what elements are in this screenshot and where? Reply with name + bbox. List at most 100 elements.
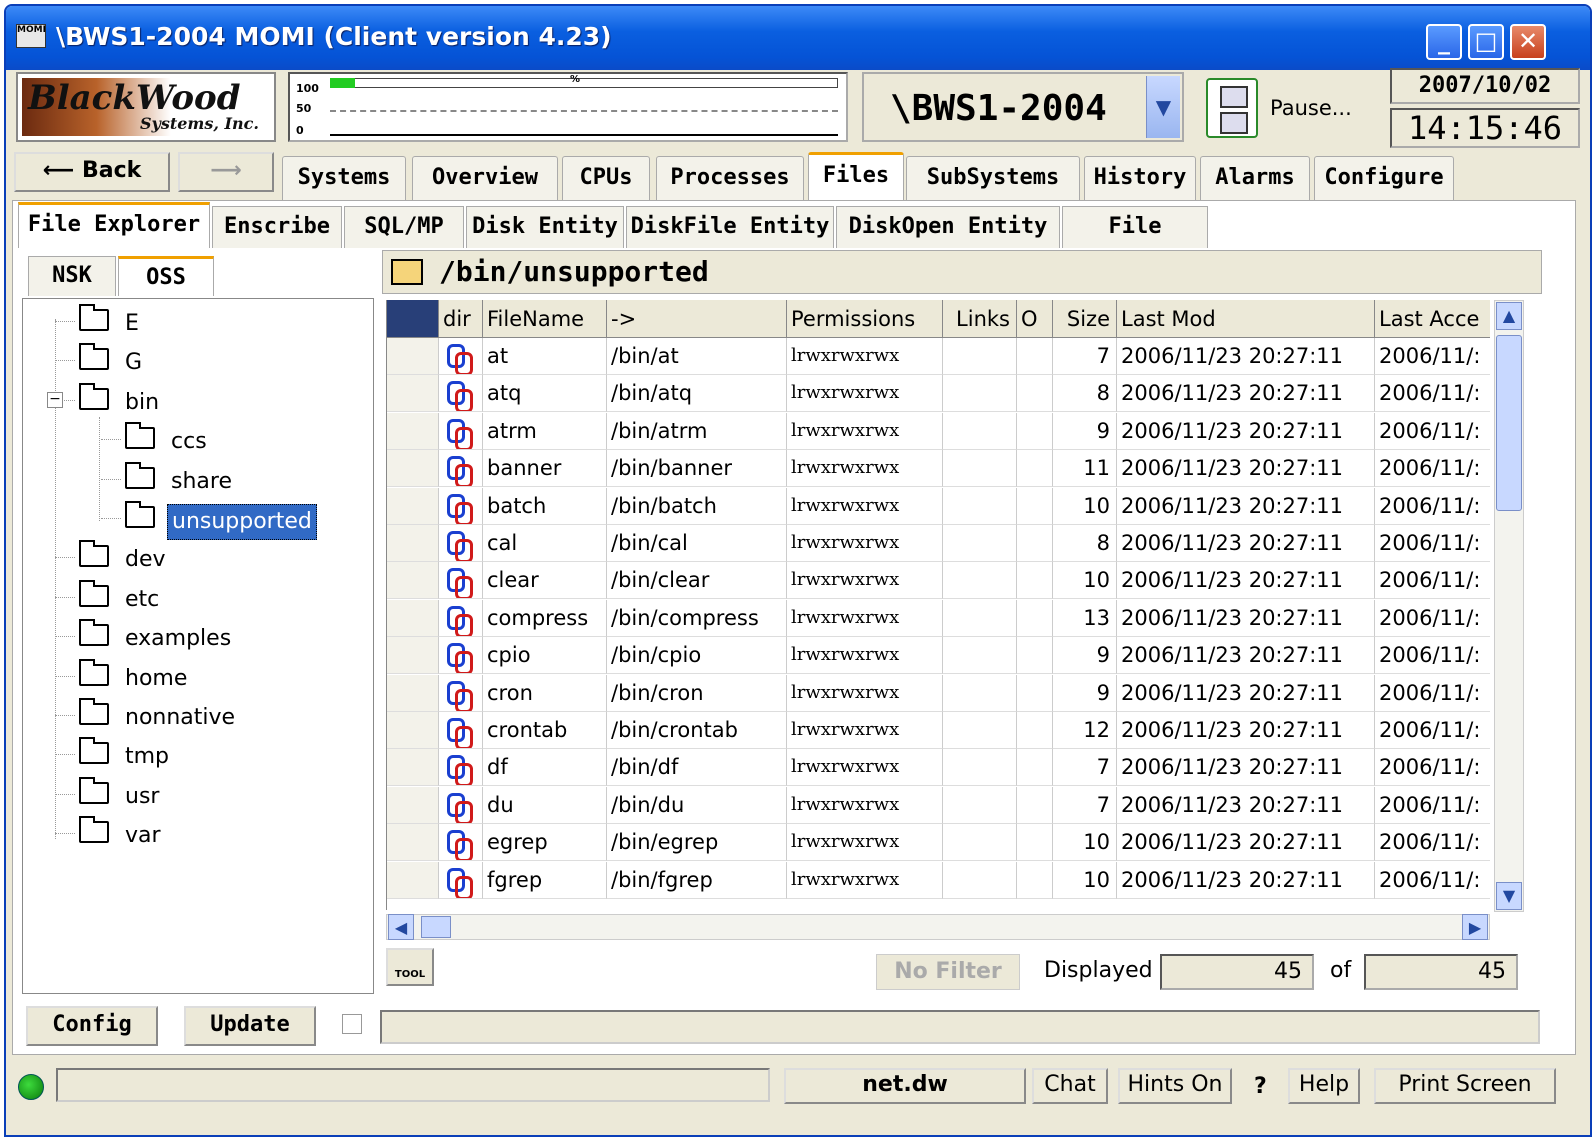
column-header[interactable]: Last Mod [1117,300,1375,338]
subtab-disk-entity[interactable]: Disk Entity [466,206,624,248]
column-header[interactable]: -> [607,300,787,338]
help-button[interactable]: Help [1288,1068,1360,1104]
select-all-icon[interactable] [387,300,439,338]
tree-node[interactable]: examples [23,618,363,652]
tree-node[interactable]: usr [23,776,363,810]
column-header[interactable]: Permissions [787,300,943,338]
subtab-enscribe[interactable]: Enscribe [212,206,342,248]
tool-button[interactable]: TOOL [386,948,434,986]
row-selector[interactable] [387,338,439,375]
scroll-left-icon[interactable]: ◀ [388,914,414,940]
table-row[interactable]: cpio/bin/cpio lrwxrwxrwx 9 2006/11/23 20:27… [387,637,1490,675]
scroll-down-icon[interactable]: ▼ [1496,882,1522,910]
horizontal-scrollbar[interactable]: ◀ ▶ [386,914,1490,940]
row-selector[interactable] [387,861,439,899]
file-table[interactable]: dir FileName -> Permissions Links O Size Last M… [386,300,1490,910]
table-row[interactable]: atrm/bin/atrm lrwxrwxrwx 9 2006/11/23 20:27… [387,412,1490,450]
row-selector[interactable] [387,599,439,637]
question-icon[interactable]: ? [1254,1074,1267,1099]
tree-node[interactable]: dev [23,539,363,573]
hints-button[interactable]: Hints On [1118,1068,1232,1104]
directory-tree[interactable]: E Gbin − ccs share unsupported dev etc examples h… [22,298,374,994]
tree-node[interactable]: tmp [23,736,363,770]
minimize-icon[interactable]: _ [1426,24,1462,60]
chevron-down-icon[interactable]: ▼ [1146,76,1180,138]
system-selector[interactable]: \BWS1-2004 ▼ [862,72,1184,142]
print-screen-button[interactable]: Print Screen [1374,1068,1556,1104]
row-selector[interactable] [387,375,439,413]
tree-node[interactable]: G [23,342,363,376]
tree-node[interactable]: share [23,461,363,495]
subtab-file-entity[interactable]: File Entity [1062,206,1208,279]
subtab-sql-mp[interactable]: SQL/MP [344,206,464,248]
collapse-icon[interactable]: − [47,391,63,408]
row-selector[interactable] [387,450,439,488]
tree-tab-nsk[interactable]: NSK [28,256,116,296]
column-header[interactable]: FileName [483,300,607,338]
row-selector[interactable] [387,674,439,712]
row-selector[interactable] [387,487,439,525]
tab-configure[interactable]: Configure [1314,156,1454,200]
table-row[interactable]: at/bin/at lrwxrwxrwx 7 2006/11/23 20:27:11 2… [387,338,1490,375]
tree-node[interactable]: etc [23,579,363,613]
title-bar[interactable]: MOMI \BWS1-2004 MOMI (Client version 4.2… [6,6,1590,70]
tab-overview[interactable]: Overview [412,156,558,200]
tree-node[interactable]: unsupported [23,500,363,540]
row-selector[interactable] [387,824,439,862]
table-row[interactable]: compress/bin/compress lrwxrwxrwx 13 2006/11… [387,599,1490,637]
subtab-diskopen-entity[interactable]: DiskOpen Entity [836,206,1060,248]
column-header[interactable]: O [1017,300,1053,338]
tree-node[interactable]: var [23,815,363,849]
table-row[interactable]: crontab/bin/crontab lrwxrwxrwx 12 2006/11/2… [387,712,1490,749]
back-button[interactable]: ⟵ Back [14,152,170,192]
tree-node[interactable]: nonnative [23,697,363,731]
tab-subsystems[interactable]: SubSystems [906,156,1080,200]
forward-button[interactable]: ⟶ [178,152,274,192]
pause-button[interactable]: Pause... [1196,72,1378,142]
scroll-thumb[interactable] [1496,335,1522,511]
tab-files[interactable]: Files [808,152,904,200]
column-header[interactable]: Links [943,300,1017,338]
tree-node[interactable]: ccs [23,421,363,455]
config-button[interactable]: Config [26,1006,158,1046]
server-button[interactable]: net.dw [784,1068,1026,1104]
tab-cpus[interactable]: CPUs [562,156,650,200]
update-button[interactable]: Update [184,1006,316,1046]
hscroll-thumb[interactable] [421,916,451,938]
row-selector[interactable] [387,749,439,787]
table-row[interactable]: clear/bin/clear lrwxrwxrwx 10 2006/11/23 20… [387,562,1490,600]
column-header[interactable]: Last Acce [1375,300,1490,338]
tab-history[interactable]: History [1084,156,1196,200]
maximize-icon[interactable]: □ [1468,24,1504,60]
scroll-right-icon[interactable]: ▶ [1462,914,1488,940]
tab-processes[interactable]: Processes [656,156,804,200]
table-row[interactable]: banner/bin/banner lrwxrwxrwx 11 2006/11/23 … [387,450,1490,488]
row-selector[interactable] [387,786,439,824]
subtab-diskfile-entity[interactable]: DiskFile Entity [626,206,834,248]
row-selector[interactable] [387,525,439,562]
chat-button[interactable]: Chat [1032,1068,1108,1104]
table-row[interactable]: batch/bin/batch lrwxrwxrwx 10 2006/11/23 20… [387,487,1490,525]
table-row[interactable]: atq/bin/atq lrwxrwxrwx 8 2006/11/23 20:27:1… [387,375,1490,413]
table-row[interactable]: cal/bin/cal lrwxrwxrwx 8 2006/11/23 20:27:1… [387,525,1490,562]
filter-button[interactable]: No Filter [876,954,1020,990]
scroll-up-icon[interactable]: ▲ [1496,302,1522,330]
table-row[interactable]: egrep/bin/egrep lrwxrwxrwx 10 2006/11/23 20… [387,824,1490,862]
row-selector[interactable] [387,637,439,675]
close-icon[interactable]: ✕ [1510,24,1546,60]
tree-tab-oss[interactable]: OSS [118,256,214,296]
tab-systems[interactable]: Systems [282,156,406,200]
subtab-file-explorer[interactable]: File Explorer [18,202,210,248]
table-row[interactable]: cron/bin/cron lrwxrwxrwx 9 2006/11/23 20:27… [387,674,1490,712]
table-row[interactable]: df/bin/df lrwxrwxrwx 7 2006/11/23 20:27:11 2… [387,749,1490,787]
tree-node[interactable]: home [23,658,363,692]
table-row[interactable]: du/bin/du lrwxrwxrwx 7 2006/11/23 20:27:11 2… [387,786,1490,824]
tab-alarms[interactable]: Alarms [1200,156,1310,200]
tree-node[interactable]: E [23,303,363,337]
column-header[interactable]: Size [1053,300,1117,338]
column-header[interactable]: dir [439,300,483,338]
table-row[interactable]: fgrep/bin/fgrep lrwxrwxrwx 10 2006/11/23 20… [387,861,1490,899]
vertical-scrollbar[interactable]: ▲ ▼ [1494,300,1524,912]
row-selector[interactable] [387,562,439,600]
tree-node[interactable]: bin − [23,382,363,416]
